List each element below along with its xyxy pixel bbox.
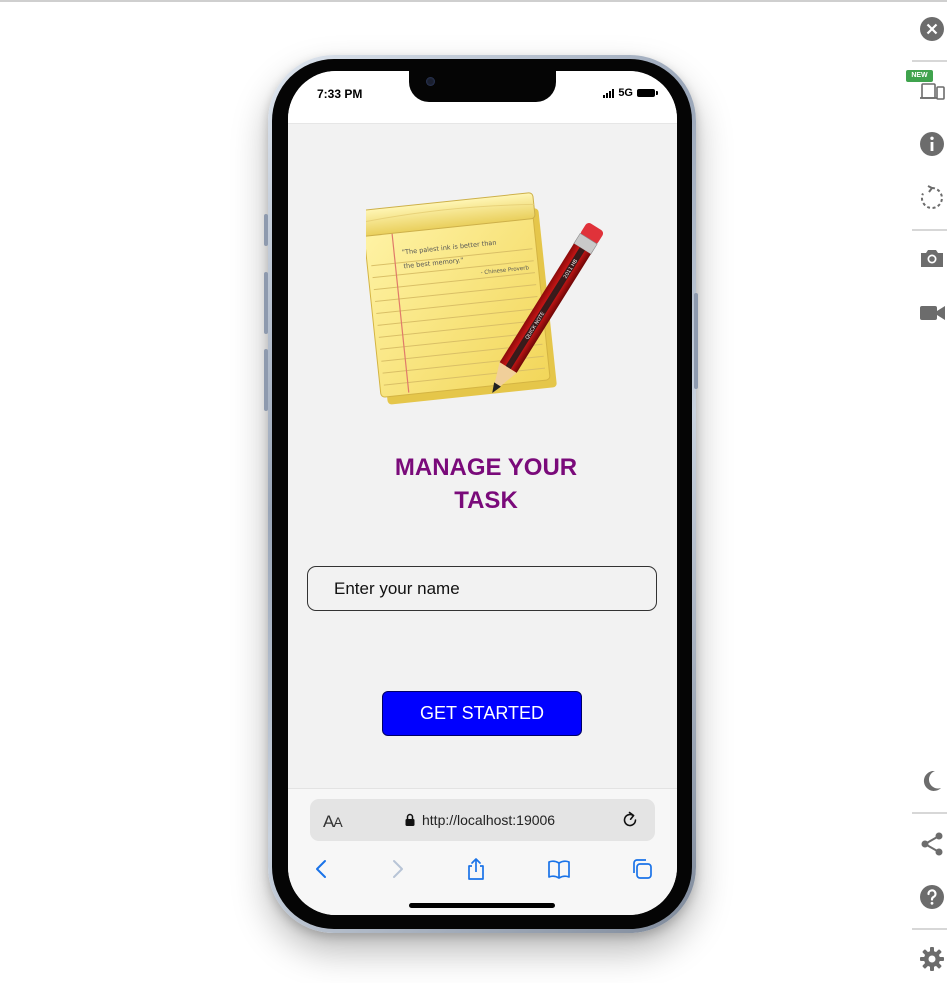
toolbar-separator [912,229,947,231]
phone-power-button [694,293,698,389]
camera-icon[interactable] [918,244,946,272]
back-icon[interactable] [310,857,334,881]
name-input[interactable] [307,566,657,611]
tabs-icon[interactable] [630,857,654,881]
phone-volume-up [264,272,268,334]
phone-volume-down [264,349,268,411]
notch [409,71,556,102]
front-camera [426,77,435,86]
browser-bottom-bar: AA http://localhost:19006 [288,788,677,915]
bookmarks-icon[interactable] [547,857,571,881]
share-icon[interactable] [918,830,946,858]
text-size-small: A [333,814,342,830]
home-indicator [409,903,555,908]
top-divider [0,0,947,2]
phone-mute-switch [264,214,268,246]
new-badge: NEW [906,70,933,82]
signal-icon [603,88,615,98]
toolbar-separator [912,812,947,814]
status-indicators: 5G [603,87,658,99]
get-started-button[interactable]: GET STARTED [382,691,582,736]
status-time: 7:33 PM [317,87,363,101]
app-title: MANAGE YOUR TASK [394,454,578,514]
forward-icon[interactable] [385,857,409,881]
video-icon[interactable] [918,299,946,327]
toolbar-separator [912,60,947,62]
help-icon[interactable] [918,883,946,911]
address-bar[interactable]: AA http://localhost:19006 [310,799,655,841]
settings-icon[interactable] [918,945,946,973]
close-icon[interactable] [918,15,946,43]
toolbar-separator [912,928,947,930]
reload-icon[interactable] [620,810,640,830]
url-text: http://localhost:19006 [422,812,556,828]
info-icon[interactable] [918,130,946,158]
battery-icon [637,89,658,97]
phone-screen: 7:33 PM 5G "The palest ink is better tha… [288,71,677,915]
notepad-pencil-icon: "The palest ink is better than the best … [366,192,604,405]
network-label: 5G [618,87,633,99]
share-icon[interactable] [464,857,488,881]
dark-mode-icon[interactable] [918,767,946,795]
lock-icon [405,813,415,826]
text-size-button[interactable]: AA [323,812,343,832]
text-size-big: A [323,812,334,831]
rotate-icon[interactable] [918,184,946,212]
